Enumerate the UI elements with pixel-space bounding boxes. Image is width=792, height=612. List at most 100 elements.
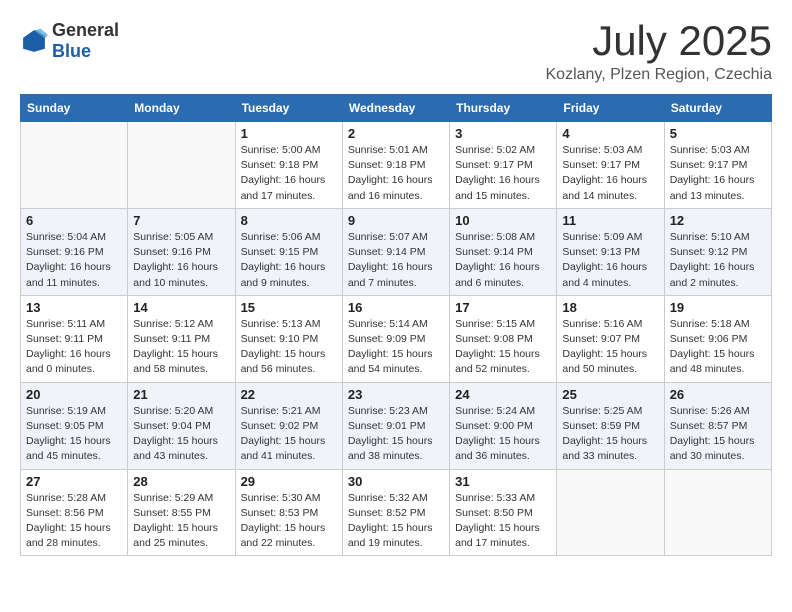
calendar-week-row: 6 Sunrise: 5:04 AM Sunset: 9:16 PM Daylig…	[21, 208, 772, 295]
page-header: General Blue July 2025 Kozlany, Plzen Re…	[20, 20, 772, 84]
calendar-cell: 22 Sunrise: 5:21 AM Sunset: 9:02 PM Dayli…	[235, 382, 342, 469]
day-detail: Sunrise: 5:20 AM Sunset: 9:04 PM Dayligh…	[133, 404, 229, 465]
calendar-cell: 27 Sunrise: 5:28 AM Sunset: 8:56 PM Dayli…	[21, 469, 128, 556]
day-detail: Sunrise: 5:10 AM Sunset: 9:12 PM Dayligh…	[670, 230, 766, 291]
calendar-cell: 13Sunrise: 5:11 AM Sunset: 9:11 PM Dayli…	[21, 295, 128, 382]
day-detail: Sunrise: 5:16 AM Sunset: 9:07 PM Dayligh…	[562, 317, 658, 378]
day-detail: Sunrise: 5:00 AM Sunset: 9:18 PM Dayligh…	[241, 143, 337, 204]
day-detail: Sunrise: 5:21 AM Sunset: 9:02 PM Dayligh…	[241, 404, 337, 465]
calendar-cell: 1 Sunrise: 5:00 AM Sunset: 9:18 PM Daylig…	[235, 122, 342, 209]
day-detail: Sunrise: 5:15 AM Sunset: 9:08 PM Dayligh…	[455, 317, 551, 378]
day-detail: Sunrise: 5:01 AM Sunset: 9:18 PM Dayligh…	[348, 143, 444, 204]
calendar-cell: 19 Sunrise: 5:18 AM Sunset: 9:06 PM Dayli…	[664, 295, 771, 382]
day-detail: Sunrise: 5:18 AM Sunset: 9:06 PM Dayligh…	[670, 317, 766, 378]
calendar-cell: 2Sunrise: 5:01 AM Sunset: 9:18 PM Daylig…	[342, 122, 449, 209]
day-number: 6	[26, 213, 122, 228]
calendar-cell: 12 Sunrise: 5:10 AM Sunset: 9:12 PM Dayli…	[664, 208, 771, 295]
logo-general-text: General	[52, 20, 119, 40]
day-number: 28	[133, 474, 229, 489]
day-detail: Sunrise: 5:29 AM Sunset: 8:55 PM Dayligh…	[133, 491, 229, 552]
day-detail: Sunrise: 5:30 AM Sunset: 8:53 PM Dayligh…	[241, 491, 337, 552]
calendar-cell: 5 Sunrise: 5:03 AM Sunset: 9:17 PM Daylig…	[664, 122, 771, 209]
day-number: 16	[348, 300, 444, 315]
calendar-cell: 4 Sunrise: 5:03 AM Sunset: 9:17 PM Daylig…	[557, 122, 664, 209]
day-number: 1	[241, 126, 337, 141]
calendar-cell: 3Sunrise: 5:02 AM Sunset: 9:17 PM Daylig…	[450, 122, 557, 209]
day-detail: Sunrise: 5:08 AM Sunset: 9:14 PM Dayligh…	[455, 230, 551, 291]
calendar-cell	[21, 122, 128, 209]
day-number: 30	[348, 474, 444, 489]
logo-icon	[20, 27, 48, 55]
calendar-cell: 16Sunrise: 5:14 AM Sunset: 9:09 PM Dayli…	[342, 295, 449, 382]
day-detail: Sunrise: 5:07 AM Sunset: 9:14 PM Dayligh…	[348, 230, 444, 291]
day-detail: Sunrise: 5:32 AM Sunset: 8:52 PM Dayligh…	[348, 491, 444, 552]
day-detail: Sunrise: 5:06 AM Sunset: 9:15 PM Dayligh…	[241, 230, 337, 291]
day-number: 11	[562, 213, 658, 228]
day-number: 15	[241, 300, 337, 315]
day-detail: Sunrise: 5:12 AM Sunset: 9:11 PM Dayligh…	[133, 317, 229, 378]
weekday-header: Monday	[128, 95, 235, 122]
calendar-week-row: 1 Sunrise: 5:00 AM Sunset: 9:18 PM Daylig…	[21, 122, 772, 209]
calendar-cell: 18Sunrise: 5:16 AM Sunset: 9:07 PM Dayli…	[557, 295, 664, 382]
header-row: SundayMondayTuesdayWednesdayThursdayFrid…	[21, 95, 772, 122]
day-number: 4	[562, 126, 658, 141]
day-detail: Sunrise: 5:05 AM Sunset: 9:16 PM Dayligh…	[133, 230, 229, 291]
day-number: 24	[455, 387, 551, 402]
day-number: 19	[670, 300, 766, 315]
day-number: 20	[26, 387, 122, 402]
day-number: 14	[133, 300, 229, 315]
title-block: July 2025 Kozlany, Plzen Region, Czechia	[546, 20, 773, 84]
day-detail: Sunrise: 5:33 AM Sunset: 8:50 PM Dayligh…	[455, 491, 551, 552]
day-detail: Sunrise: 5:11 AM Sunset: 9:11 PM Dayligh…	[26, 317, 122, 378]
calendar-cell	[128, 122, 235, 209]
day-detail: Sunrise: 5:23 AM Sunset: 9:01 PM Dayligh…	[348, 404, 444, 465]
calendar-cell: 25Sunrise: 5:25 AM Sunset: 8:59 PM Dayli…	[557, 382, 664, 469]
logo: General Blue	[20, 20, 119, 62]
calendar-cell	[664, 469, 771, 556]
weekday-header: Tuesday	[235, 95, 342, 122]
weekday-header: Sunday	[21, 95, 128, 122]
calendar-week-row: 20 Sunrise: 5:19 AM Sunset: 9:05 PM Dayli…	[21, 382, 772, 469]
day-number: 5	[670, 126, 766, 141]
day-detail: Sunrise: 5:04 AM Sunset: 9:16 PM Dayligh…	[26, 230, 122, 291]
day-detail: Sunrise: 5:03 AM Sunset: 9:17 PM Dayligh…	[670, 143, 766, 204]
day-number: 3	[455, 126, 551, 141]
day-detail: Sunrise: 5:19 AM Sunset: 9:05 PM Dayligh…	[26, 404, 122, 465]
calendar-body: 1 Sunrise: 5:00 AM Sunset: 9:18 PM Daylig…	[21, 122, 772, 556]
calendar-cell: 17 Sunrise: 5:15 AM Sunset: 9:08 PM Dayli…	[450, 295, 557, 382]
day-number: 12	[670, 213, 766, 228]
calendar-cell: 31Sunrise: 5:33 AM Sunset: 8:50 PM Dayli…	[450, 469, 557, 556]
calendar-cell: 11Sunrise: 5:09 AM Sunset: 9:13 PM Dayli…	[557, 208, 664, 295]
calendar-table: SundayMondayTuesdayWednesdayThursdayFrid…	[20, 94, 772, 556]
calendar-cell: 9 Sunrise: 5:07 AM Sunset: 9:14 PM Daylig…	[342, 208, 449, 295]
calendar-cell	[557, 469, 664, 556]
calendar-cell: 20 Sunrise: 5:19 AM Sunset: 9:05 PM Dayli…	[21, 382, 128, 469]
location: Kozlany, Plzen Region, Czechia	[546, 66, 773, 84]
day-detail: Sunrise: 5:24 AM Sunset: 9:00 PM Dayligh…	[455, 404, 551, 465]
calendar-week-row: 13Sunrise: 5:11 AM Sunset: 9:11 PM Dayli…	[21, 295, 772, 382]
calendar-cell: 24 Sunrise: 5:24 AM Sunset: 9:00 PM Dayli…	[450, 382, 557, 469]
calendar-week-row: 27 Sunrise: 5:28 AM Sunset: 8:56 PM Dayli…	[21, 469, 772, 556]
month-title: July 2025	[546, 20, 773, 62]
day-number: 8	[241, 213, 337, 228]
calendar-cell: 23 Sunrise: 5:23 AM Sunset: 9:01 PM Dayli…	[342, 382, 449, 469]
logo-blue-text: Blue	[52, 41, 91, 61]
day-detail: Sunrise: 5:28 AM Sunset: 8:56 PM Dayligh…	[26, 491, 122, 552]
day-number: 25	[562, 387, 658, 402]
weekday-header: Wednesday	[342, 95, 449, 122]
day-number: 10	[455, 213, 551, 228]
day-detail: Sunrise: 5:13 AM Sunset: 9:10 PM Dayligh…	[241, 317, 337, 378]
calendar-cell: 14 Sunrise: 5:12 AM Sunset: 9:11 PM Dayli…	[128, 295, 235, 382]
day-number: 9	[348, 213, 444, 228]
day-number: 27	[26, 474, 122, 489]
day-number: 22	[241, 387, 337, 402]
day-number: 21	[133, 387, 229, 402]
day-detail: Sunrise: 5:03 AM Sunset: 9:17 PM Dayligh…	[562, 143, 658, 204]
day-number: 23	[348, 387, 444, 402]
day-number: 17	[455, 300, 551, 315]
day-detail: Sunrise: 5:26 AM Sunset: 8:57 PM Dayligh…	[670, 404, 766, 465]
calendar-cell: 8 Sunrise: 5:06 AM Sunset: 9:15 PM Daylig…	[235, 208, 342, 295]
day-number: 26	[670, 387, 766, 402]
calendar-cell: 30 Sunrise: 5:32 AM Sunset: 8:52 PM Dayli…	[342, 469, 449, 556]
calendar-cell: 21 Sunrise: 5:20 AM Sunset: 9:04 PM Dayli…	[128, 382, 235, 469]
